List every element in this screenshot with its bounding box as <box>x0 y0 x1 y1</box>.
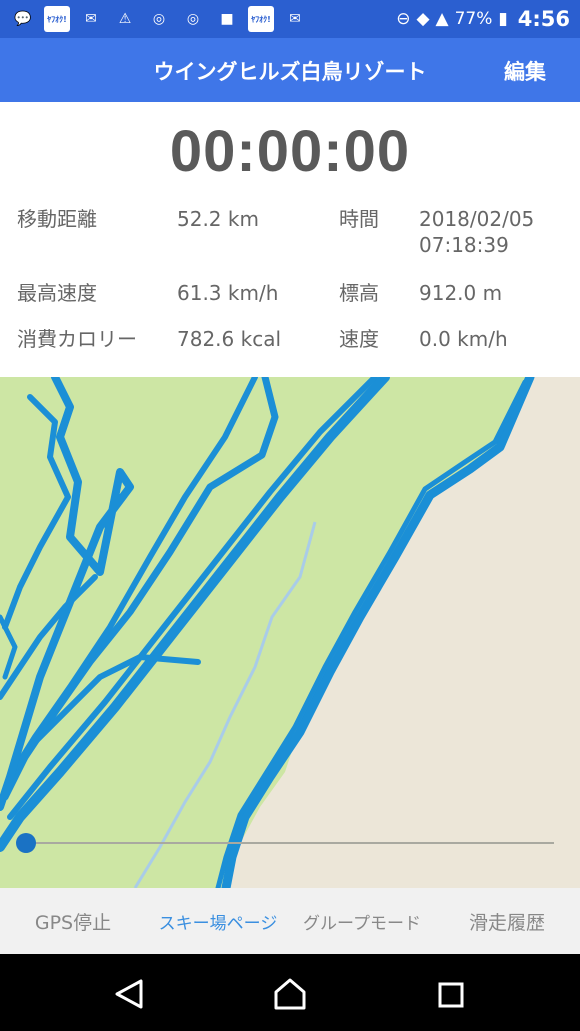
tab-gps-stop[interactable]: GPS停止 <box>0 908 146 935</box>
calories-label: 消費カロリー <box>17 327 137 351</box>
distance-label: 移動距離 <box>17 207 97 231</box>
playback-handle[interactable] <box>16 833 36 853</box>
yahoo-news-icon: ﾔﾌｵｸ! <box>44 6 70 32</box>
tab-history[interactable]: 滑走履歴 <box>434 908 580 935</box>
alert-icon: ⚠ <box>118 11 132 27</box>
time-label: 時間 <box>339 207 379 231</box>
max-speed-label: 最高速度 <box>17 281 97 305</box>
messenger-icon: 💬 <box>14 11 32 27</box>
time-value-clock: 07:18:39 <box>419 233 509 257</box>
wifi-icon: ◆ <box>416 9 430 29</box>
map-canvas <box>0 377 580 888</box>
battery-icon: ▮ <box>498 9 508 29</box>
mail-icon: ✉ <box>289 11 301 27</box>
yahoo-auction-icon: ﾔﾌｵｸ! <box>248 6 274 32</box>
app-bar: ウイングヒルズ白鳥リゾート 編集 <box>0 38 580 102</box>
system-indicators: ⊖ ◆ ▲ 77% ▮ 4:56 <box>396 7 570 31</box>
blank-icon: ■ <box>220 11 234 27</box>
calories-value: 782.6 kcal <box>177 327 282 351</box>
speed-value: 0.0 km/h <box>419 327 508 351</box>
signal-icon: ▲ <box>435 9 449 29</box>
status-bar: 💬 ﾔﾌｵｸ! ✉ ⚠ ◎ ◎ ■ ﾔﾌｵｸ! ✉ ⊖ ◆ ▲ 77% ▮ 4:… <box>0 0 580 38</box>
chrome-icon: ◎ <box>152 11 166 27</box>
battery-percent: 77% <box>454 9 493 29</box>
tab-ski-resort-page[interactable]: スキー場ページ <box>146 909 290 934</box>
altitude-label: 標高 <box>339 281 379 305</box>
tab-group-mode[interactable]: グループモード <box>290 909 434 934</box>
elapsed-timer: 00:00:00 <box>169 119 411 184</box>
home-icon[interactable] <box>274 978 306 1010</box>
system-nav-bar <box>0 954 580 1031</box>
recents-icon[interactable] <box>438 982 464 1008</box>
clock: 4:56 <box>517 7 570 31</box>
gmail-icon: ✉ <box>85 11 97 27</box>
altitude-value: 912.0 m <box>419 281 503 305</box>
bottom-tab-bar: GPS停止 スキー場ページ グループモード 滑走履歴 <box>0 888 580 954</box>
back-icon[interactable] <box>115 979 143 1009</box>
distance-value: 52.2 km <box>177 207 259 231</box>
speed-label: 速度 <box>339 327 379 351</box>
max-speed-value: 61.3 km/h <box>177 281 279 305</box>
time-value-date: 2018/02/05 <box>419 207 535 231</box>
edit-button[interactable]: 編集 <box>504 56 546 86</box>
track-map[interactable] <box>0 377 580 888</box>
resort-title: ウイングヒルズ白鳥リゾート <box>153 60 427 84</box>
chrome-icon-2: ◎ <box>186 11 200 27</box>
notification-icons: 💬 ﾔﾌｵｸ! ✉ ⚠ ◎ ◎ ■ ﾔﾌｵｸ! ✉ <box>10 6 396 32</box>
dnd-icon: ⊖ <box>396 9 411 29</box>
